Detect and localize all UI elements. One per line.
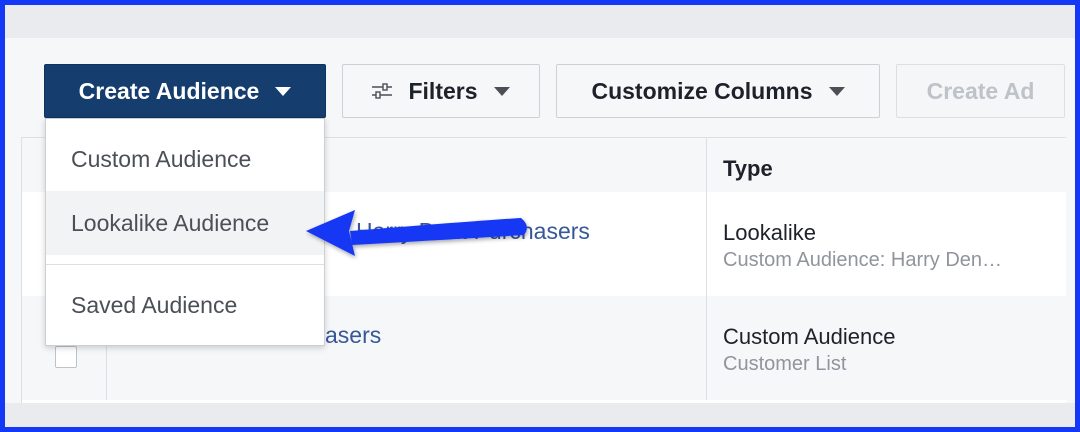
create-ad-label: Create Ad [926,77,1035,104]
audience-type-detail: Customer List [723,353,847,375]
customize-columns-label: Customize Columns [591,77,813,104]
top-strip [5,5,1075,38]
filters-button[interactable]: Filters [342,64,540,118]
row-checkbox[interactable] [55,346,77,368]
type-column-divider [706,296,707,400]
type-column-divider [706,138,707,192]
caret-down-icon [275,86,292,96]
type-column-divider [706,192,707,296]
audience-type: Lookalike [723,220,816,245]
menu-item-custom-audience[interactable]: Custom Audience [46,127,324,191]
sliders-icon [372,83,393,99]
caret-down-icon [493,86,510,96]
audience-name-link[interactable]: Harry Dent Purchasers [356,218,590,245]
screenshot-frame: Create Audience Filters Customize Column… [0,0,1080,432]
audience-type-detail: Custom Audience: Harry Den… [723,249,1003,271]
create-audience-button[interactable]: Create Audience [44,64,326,118]
bottom-strip [5,403,1075,427]
type-column-header[interactable]: Type [723,156,773,182]
filters-label: Filters [408,77,478,104]
customize-columns-button[interactable]: Customize Columns [556,64,880,118]
create-audience-menu: Custom Audience Lookalike Audience Saved… [45,118,325,346]
menu-item-label: Custom Audience [71,145,252,172]
menu-item-saved-audience[interactable]: Saved Audience [46,273,324,337]
menu-item-lookalike-audience[interactable]: Lookalike Audience [46,191,324,255]
create-ad-button[interactable]: Create Ad [896,64,1065,118]
audience-type: Custom Audience [723,324,896,349]
menu-item-label: Lookalike Audience [71,209,270,236]
create-audience-label: Create Audience [78,77,260,104]
audience-name-link[interactable]: asers [325,322,381,349]
menu-item-label: Saved Audience [71,291,238,318]
menu-divider [46,264,324,265]
caret-down-icon [828,86,845,96]
